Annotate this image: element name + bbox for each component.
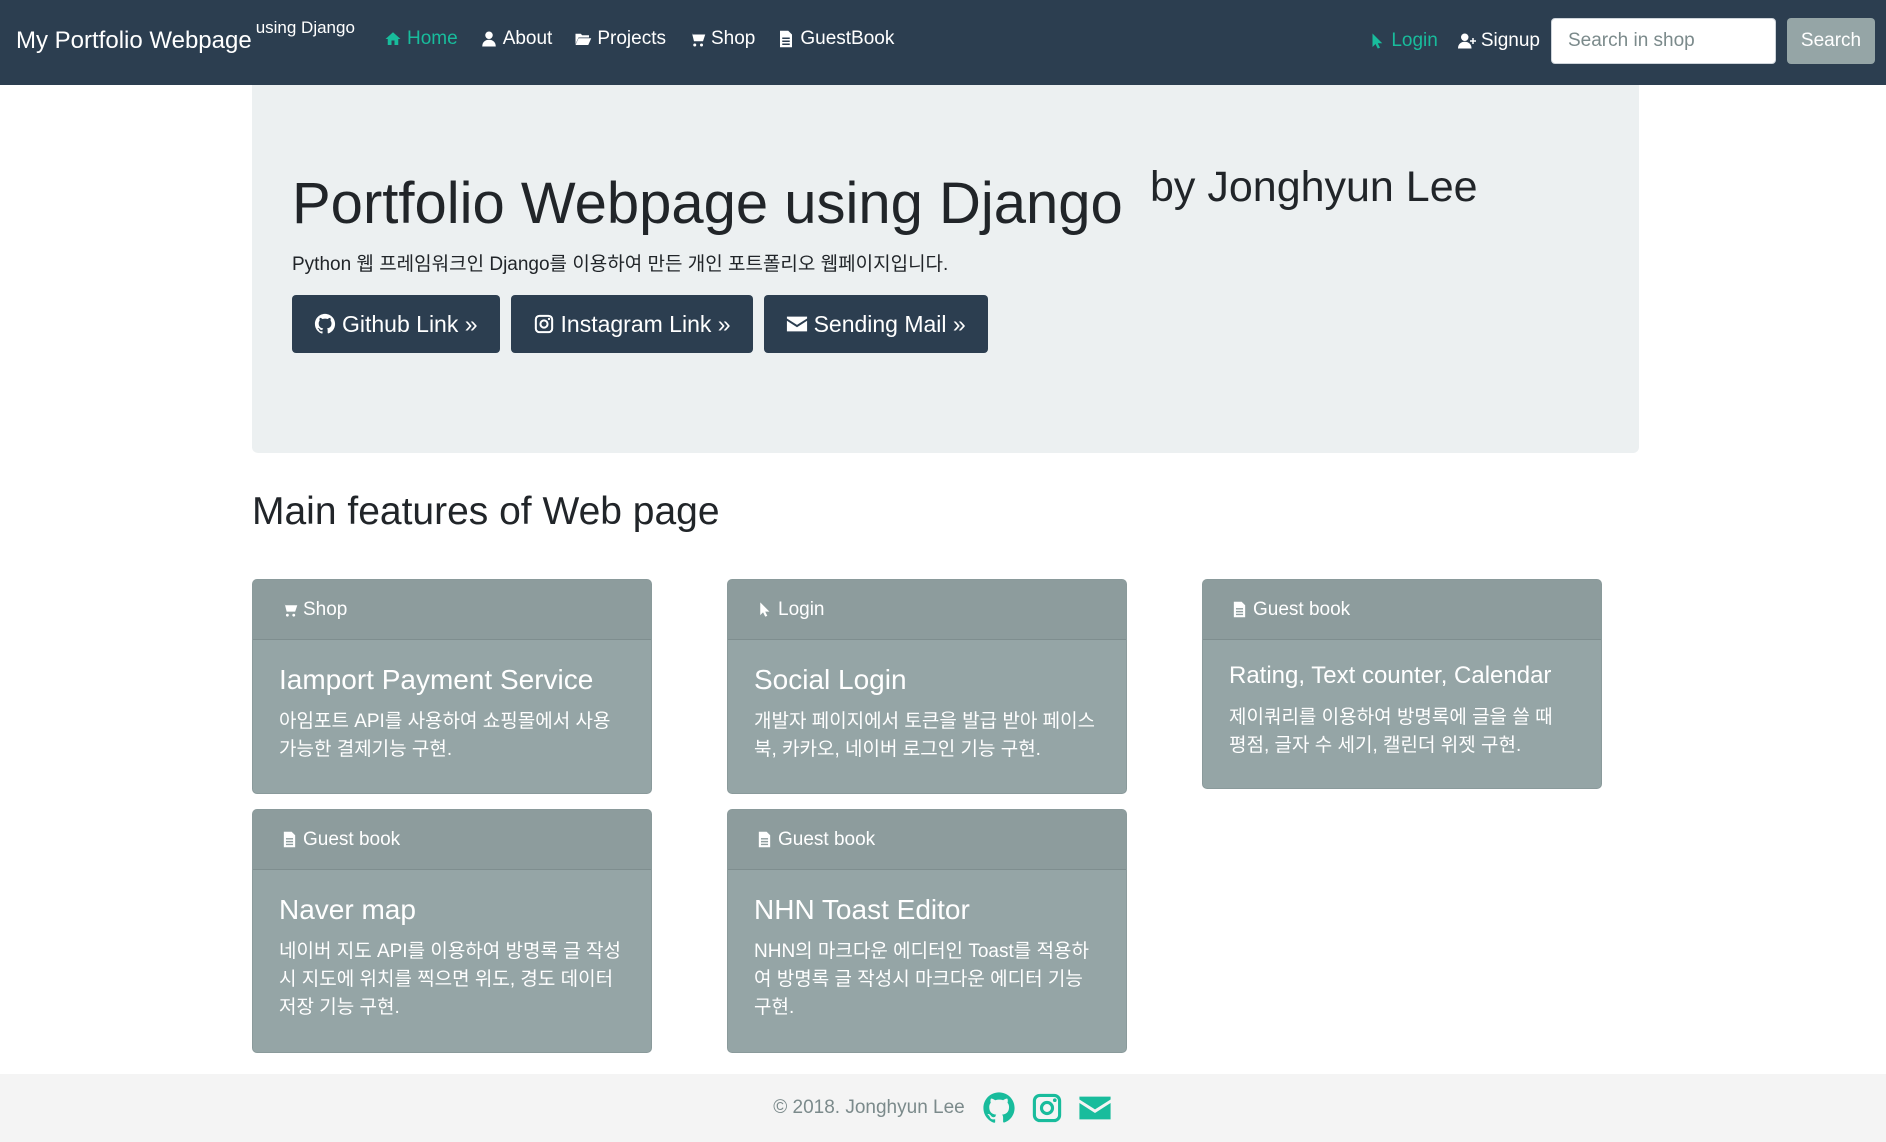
envelope-icon xyxy=(1079,1096,1111,1120)
feature-card-rating: Guest book Rating, Text counter, Calenda… xyxy=(1202,579,1602,789)
file-icon xyxy=(780,30,793,48)
nav-signup-label: Signup xyxy=(1480,30,1540,51)
hero-jumbotron: Portfolio Webpage using Django by Jonghy… xyxy=(252,85,1639,453)
github-link-button[interactable]: Github Link » xyxy=(292,295,500,353)
card-body: Social Login 개발자 페이지에서 토큰을 발급 받아 페이스북, 카… xyxy=(728,640,1126,764)
nav-guestbook-label: GuestBook xyxy=(800,28,895,49)
card-header: Login xyxy=(728,580,1126,640)
card-text: NHN의 마크다운 에디터인 Toast를 적용하여 방명록 글 작성시 마크다… xyxy=(754,941,1089,1018)
card-header-label: Guest book xyxy=(778,828,876,850)
feature-card-naver-map: Guest book Naver map 네이버 지도 API를 이용하여 방명… xyxy=(252,809,652,1053)
feature-card-toast-editor: Guest book NHN Toast Editor NHN의 마크다운 에디… xyxy=(727,809,1127,1053)
footer-github-link[interactable] xyxy=(981,1090,1017,1126)
card-header: Guest book xyxy=(253,810,651,870)
card-header-label: Shop xyxy=(303,598,348,620)
nav-about[interactable]: About xyxy=(480,28,553,50)
card-body: Iamport Payment Service 아임포트 API를 사용하여 쇼… xyxy=(253,640,651,764)
brand[interactable]: My Portfolio Webpage using Django xyxy=(16,18,355,55)
card-title: Rating, Text counter, Calendar xyxy=(1229,662,1552,689)
file-icon xyxy=(283,831,296,848)
github-icon xyxy=(983,1092,1015,1123)
card-header-label: Guest book xyxy=(1253,598,1351,620)
search-input[interactable] xyxy=(1551,18,1776,64)
home-icon xyxy=(385,32,401,45)
card-body: Naver map 네이버 지도 API를 이용하여 방명록 글 작성시 지도에… xyxy=(253,870,651,1022)
features-heading: Main features of Web page xyxy=(252,490,720,533)
folder-open-icon xyxy=(575,33,592,45)
nav-login-label: Login xyxy=(1391,30,1438,51)
instagram-icon xyxy=(534,314,553,334)
nav-home[interactable]: Home xyxy=(384,28,458,50)
card-title: Social Login xyxy=(754,664,907,695)
card-header-label: Guest book xyxy=(303,828,401,850)
feature-card-shop: Shop Iamport Payment Service 아임포트 API를 사… xyxy=(252,579,652,794)
card-body: NHN Toast Editor NHN의 마크다운 에디터인 Toast를 적… xyxy=(728,870,1126,1022)
hero-subtitle: by Jonghyun Lee xyxy=(1150,163,1478,211)
footer-instagram-link[interactable] xyxy=(1029,1090,1065,1126)
hero-title: Portfolio Webpage using Django xyxy=(292,171,1123,236)
brand-title[interactable]: My Portfolio Webpage xyxy=(16,27,252,54)
github-link-label: Github Link » xyxy=(342,310,478,337)
nav-guestbook[interactable]: GuestBook xyxy=(777,28,894,50)
card-title: Naver map xyxy=(279,894,416,925)
card-header: Guest book xyxy=(728,810,1126,870)
card-text: 아임포트 API를 사용하여 쇼핑몰에서 사용 가능한 결제기능 구현. xyxy=(279,711,611,760)
user-icon xyxy=(481,31,496,47)
instagram-link-button[interactable]: Instagram Link » xyxy=(510,295,753,353)
card-body: Rating, Text counter, Calendar 제이쿼리를 이용하… xyxy=(1203,640,1601,760)
nav-about-label: About xyxy=(502,28,553,49)
nav-shop-label: Shop xyxy=(710,28,756,49)
instagram-link-label: Instagram Link » xyxy=(560,310,731,337)
user-plus-icon xyxy=(1457,33,1476,49)
search-button[interactable]: Search xyxy=(1787,18,1875,64)
shopping-cart-icon xyxy=(688,32,706,47)
brand-subtitle: using Django xyxy=(255,18,355,37)
card-header: Shop xyxy=(253,580,651,640)
envelope-icon xyxy=(786,316,807,332)
footer-mail-link[interactable] xyxy=(1077,1090,1113,1126)
nav-shop[interactable]: Shop xyxy=(688,28,755,50)
mouse-pointer-icon xyxy=(1372,33,1383,49)
nav-projects-label: Projects xyxy=(597,28,666,49)
navbar: My Portfolio Webpage using Django Home Ab… xyxy=(0,0,1886,85)
mouse-pointer-icon xyxy=(760,602,770,617)
shopping-cart-icon xyxy=(281,603,298,617)
github-icon xyxy=(314,313,336,334)
nav-links: Home About Projects Shop GuestBook xyxy=(384,28,894,50)
footer-copyright: © 2018. Jonghyun Lee xyxy=(773,1097,965,1118)
nav-home-label: Home xyxy=(407,28,458,49)
nav-projects[interactable]: Projects xyxy=(574,28,666,50)
card-header: Guest book xyxy=(1203,580,1601,640)
hero-buttons: Github Link » Instagram Link » Sending M… xyxy=(292,295,988,353)
file-icon xyxy=(758,831,771,848)
nav-login[interactable]: Login xyxy=(1368,30,1438,52)
instagram-icon xyxy=(1032,1093,1061,1123)
send-mail-button[interactable]: Sending Mail » xyxy=(763,295,988,353)
card-text: 네이버 지도 API를 이용하여 방명록 글 작성시 지도에 위치를 찍으면 위… xyxy=(279,941,621,1018)
send-mail-label: Sending Mail » xyxy=(813,310,966,337)
card-title: Iamport Payment Service xyxy=(279,664,594,695)
footer: © 2018. Jonghyun Lee xyxy=(0,1074,1886,1142)
hero-description: Python 웹 프레임워크인 Django를 이용하여 만든 개인 포트폴리오… xyxy=(292,254,949,275)
file-icon xyxy=(1233,601,1246,618)
card-title: NHN Toast Editor xyxy=(754,894,970,925)
nav-right: Login Signup Search xyxy=(1368,18,1875,64)
card-text: 제이쿼리를 이용하여 방명록에 글을 쓸 때 평점, 글자 수 세기, 캘린더 … xyxy=(1229,707,1553,756)
nav-signup[interactable]: Signup xyxy=(1457,30,1540,52)
card-text: 개발자 페이지에서 토큰을 발급 받아 페이스북, 카카오, 네이버 로그인 기… xyxy=(754,711,1096,760)
card-header-label: Login xyxy=(778,598,825,620)
feature-card-login: Login Social Login 개발자 페이지에서 토큰을 발급 받아 페… xyxy=(727,579,1127,794)
